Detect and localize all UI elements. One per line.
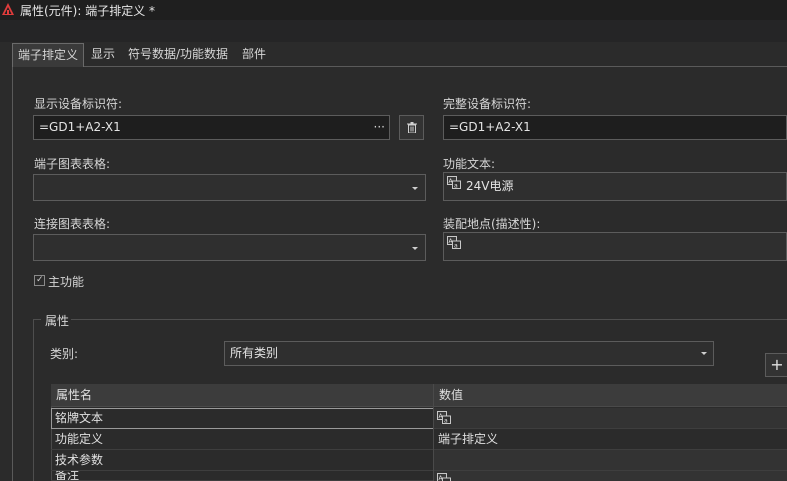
property-name-cell: 备注: [55, 471, 80, 481]
full-id-label: 完整设备标识符:: [443, 97, 532, 111]
ellipsis-icon[interactable]: ···: [374, 116, 385, 138]
window-title: 属性(元件): 端子排定义 *: [20, 4, 156, 18]
property-name-cell: 功能定义: [55, 432, 104, 446]
main-function-checkbox[interactable]: ✓: [34, 275, 45, 286]
terminal-chart-combo[interactable]: [33, 174, 426, 201]
function-text-value: 24V电源: [466, 179, 514, 193]
connection-chart-combo[interactable]: [33, 234, 426, 261]
svg-text:a: a: [454, 243, 458, 250]
plus-icon: +: [770, 355, 784, 374]
tab-terminal-strip-definition[interactable]: 端子排定义: [12, 43, 85, 68]
multilanguage-text-icon[interactable]: A a: [447, 176, 461, 189]
category-combo[interactable]: 所有类别: [224, 341, 714, 366]
property-value-cell[interactable]: A: [434, 471, 787, 481]
multilanguage-text-icon[interactable]: A: [437, 473, 451, 481]
full-id-field[interactable]: =GD1+A2-X1: [443, 115, 787, 140]
toolbar-strip: [0, 20, 787, 42]
function-text-label: 功能文本:: [443, 157, 496, 171]
mount-location-field[interactable]: A a: [443, 232, 787, 261]
property-name-cell: 技术参数: [55, 453, 104, 467]
function-text-field[interactable]: A a 24V电源: [443, 172, 787, 201]
selected-cell-outline: [51, 408, 434, 429]
main-function-label: 主功能: [48, 275, 85, 289]
full-id-value: =GD1+A2-X1: [449, 120, 531, 134]
property-value-cell[interactable]: A a: [434, 408, 787, 428]
mount-location-label: 装配地点(描述性):: [443, 217, 541, 231]
table-header: 属性名 数值: [51, 384, 787, 407]
category-value: 所有类别: [230, 346, 279, 360]
display-id-label: 显示设备标识符:: [34, 97, 123, 111]
property-value-cell[interactable]: [434, 450, 787, 470]
display-id-value: =GD1+A2-X1: [39, 120, 121, 134]
group-border: [71, 319, 787, 320]
column-header-name[interactable]: 属性名: [51, 384, 92, 407]
multilanguage-text-icon[interactable]: A a: [447, 236, 461, 249]
group-border: [33, 319, 41, 320]
delete-button[interactable]: [399, 115, 424, 140]
properties-group-label: 属性: [45, 314, 70, 328]
svg-text:a: a: [444, 418, 448, 425]
column-header-value[interactable]: 数值: [434, 384, 463, 407]
chevron-down-icon[interactable]: [701, 352, 707, 355]
svg-text:a: a: [454, 183, 458, 190]
chevron-down-icon[interactable]: [412, 187, 418, 190]
property-value-cell[interactable]: 端子排定义: [434, 429, 498, 449]
check-icon: ✓: [36, 275, 44, 285]
tab-parts[interactable]: 部件: [237, 43, 271, 66]
tab-display[interactable]: 显示: [86, 43, 120, 66]
add-property-button[interactable]: +: [765, 353, 787, 377]
column-separator[interactable]: [433, 384, 434, 481]
display-id-field[interactable]: =GD1+A2-X1 ···: [33, 115, 390, 140]
tab-symbol-function-data[interactable]: 符号数据/功能数据: [123, 43, 233, 66]
group-border: [33, 319, 34, 481]
category-label: 类别:: [50, 347, 79, 361]
table-row[interactable]: 功能定义 端子排定义: [51, 429, 787, 450]
multilanguage-text-icon[interactable]: A a: [437, 411, 451, 424]
chevron-down-icon[interactable]: [412, 247, 418, 250]
terminal-chart-label: 端子图表表格:: [34, 157, 111, 171]
eplan-app-icon: [2, 3, 14, 15]
trash-icon: [406, 122, 417, 133]
connection-chart-label: 连接图表表格:: [34, 217, 111, 231]
